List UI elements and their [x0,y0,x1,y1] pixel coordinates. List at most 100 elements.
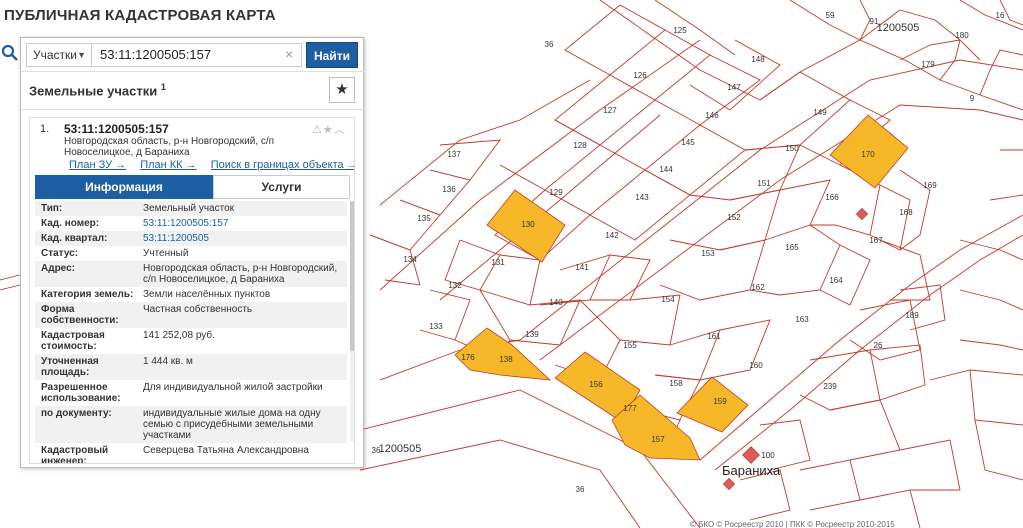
favorites-button[interactable]: ★ [329,77,355,103]
card-action-icons[interactable]: ⚠★︿ [312,121,346,137]
divider [21,109,365,110]
info-key: Кад. номер: [41,218,100,229]
warning-icon[interactable]: ⚠ [312,124,323,136]
info-value: Для индивидуальной жилой застройки [143,382,323,393]
results-header: Земельные участки 1 [29,82,166,98]
star-icon[interactable]: ★ [323,124,334,136]
parcel-label: 163 [795,315,809,324]
search-within-object-link[interactable]: Поиск в границах объекта → [211,159,354,171]
star-icon: ★ [335,81,349,98]
search-panel: Участки ▼ 53:11:1200505:157 × Найти Земе… [1,37,365,468]
info-table: Тип: Земельный участок Кад. номер: 53:11:12… [35,201,347,464]
info-value: 141 252,08 руб. [143,330,215,341]
parcel-label: 179 [921,60,935,69]
parcel-label: 1200505 [877,22,920,34]
parcel-label: 169 [923,181,937,190]
info-key: по документу: [41,408,112,419]
parcel-label: 142 [605,231,619,240]
parcel-label: 125 [673,26,687,35]
tab-services[interactable]: Услуги [213,175,350,199]
info-row: Форма собственности: Частная собственност… [35,302,347,328]
parcel-label: 36 [545,40,554,49]
page-title: ПУБЛИЧНАЯ КАДАСТРОВАЯ КАРТА [4,7,276,24]
parcel-label: 144 [659,165,673,174]
scrollbar[interactable] [350,201,354,441]
cadastral-plan-link[interactable]: План КК → [140,159,196,171]
parcel-label: 148 [751,55,765,64]
info-key: Кадастровая стоимость: [41,330,105,352]
parcel-label: 100 [761,451,775,460]
info-value: Новгородская область, р-н Новгородский, … [143,263,338,285]
object-type-select[interactable]: Участки ▼ [26,43,92,67]
parcel-label: 170 [861,150,875,159]
info-key: Уточненная площадь: [41,356,99,378]
parcel-label: 189 [905,311,919,320]
info-value[interactable]: 53:11:1200505:157 [137,218,347,229]
parcel-label: 158 [669,379,683,388]
info-row: Кад. номер: 53:11:1200505:157 [35,216,347,231]
info-key: Форма собственности: [41,304,119,326]
parcel-plan-link[interactable]: План ЗУ → [69,159,126,171]
info-key: Адрес: [41,263,75,274]
parcel-label: 145 [681,138,695,147]
info-row: Тип: Земельный участок [35,201,347,216]
chevron-up-icon[interactable]: ︿ [334,124,346,136]
info-row: по документу: индивидуальные жилые дома н… [35,406,347,443]
parcel-label: 36 [576,485,585,494]
parcel-label: 152 [727,213,741,222]
info-key: Кад. квартал: [41,233,108,244]
result-cadastral-number: 53:11:1200505:157 [64,122,169,136]
parcel-label: 128 [573,141,587,150]
info-value[interactable]: 53:11:1200505 [137,233,347,244]
info-row: Категория земель: Земли населённых пункто… [35,287,347,302]
parcel-label: 131 [491,258,505,267]
parcel-label: 155 [623,341,637,350]
info-row: Адрес: Новгородская область, р-н Новгород… [35,261,347,287]
info-row: Кадастровый инженер: Северцева Татьяна Ал… [35,443,347,464]
info-value: Северцева Татьяна Александровна [143,445,309,456]
parcel-label: 154 [661,295,675,304]
parcel-label: 141 [575,263,589,272]
result-address: Новгородская область, р-н Новгородский, … [64,136,275,158]
parcel-label: 134 [403,255,417,264]
parcel-label: 129 [549,188,563,197]
parcel-label: 153 [701,249,715,258]
result-card[interactable]: 1. 53:11:1200505:157 ⚠★︿ Новгородская об… [29,117,355,464]
parcel-label: 130 [521,220,535,229]
search-input[interactable]: 53:11:1200505:157 [91,43,302,67]
parcel-label: 132 [448,281,462,290]
parcel-label: 137 [447,150,461,159]
parcel-label: 143 [635,193,649,202]
info-value: Земельный участок [143,203,235,214]
parcel-label: 150 [785,144,799,153]
info-key: Категория земель: [41,289,134,300]
parcel-label: 168 [899,208,913,217]
parcel-label: 26 [874,341,883,350]
info-row: Уточненная площадь: 1 444 кв. м [35,354,347,380]
parcel-label: 164 [829,276,843,285]
parcel-label: 133 [429,322,443,331]
info-key: Разрешенное использование: [41,382,121,404]
info-key: Тип: [41,203,63,214]
parcel-label: 167 [869,236,883,245]
info-key: Кадастровый инженер: [41,445,109,464]
search-bar: Участки ▼ 53:11:1200505:157 × Найти [1,38,365,72]
parcel-label: 149 [813,108,827,117]
parcel-label: 36 [372,446,381,455]
search-icon[interactable] [1,44,19,62]
tab-information[interactable]: Информация [35,175,213,199]
card-tabs: Информация Услуги [35,175,350,199]
parcel-label: 161 [707,332,721,341]
parcel-label: 127 [603,106,617,115]
map-copyright: © БКО © Росреестр 2010 | ПКК © Росреестр… [690,520,895,528]
parcel-label: 136 [442,185,456,194]
parcel-label: 146 [705,111,719,120]
clear-icon[interactable]: × [285,46,293,62]
parcel-label: 151 [757,179,771,188]
parcel-label: 157 [651,435,665,444]
parcel-label: 160 [749,361,763,370]
info-row: Разрешенное использование: Для индивидуал… [35,380,347,406]
scrollbar-thumb[interactable] [350,201,354,351]
card-links: План ЗУ → План КК → Поиск в границах объ… [69,159,354,171]
find-button[interactable]: Найти [306,42,358,68]
